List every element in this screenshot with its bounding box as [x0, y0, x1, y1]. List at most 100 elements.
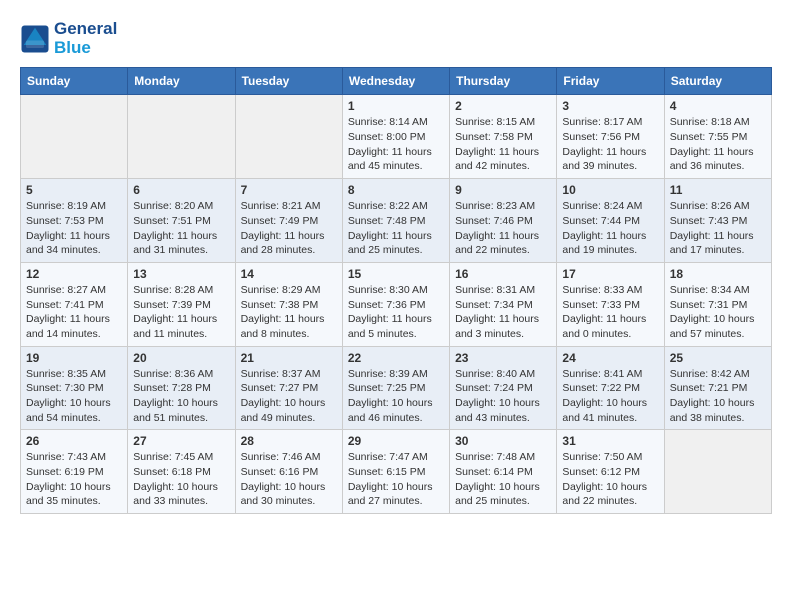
calendar-table: SundayMondayTuesdayWednesdayThursdayFrid… [20, 67, 772, 514]
day-number: 15 [348, 267, 444, 281]
day-info: Sunrise: 8:34 AM Sunset: 7:31 PM Dayligh… [670, 283, 766, 342]
week-row-2: 5 Sunrise: 8:19 AM Sunset: 7:53 PM Daylig… [21, 179, 772, 263]
day-number: 4 [670, 99, 766, 113]
day-cell: 26 Sunrise: 7:43 AM Sunset: 6:19 PM Dayli… [21, 430, 128, 514]
day-number: 27 [133, 434, 229, 448]
weekday-header-thursday: Thursday [450, 68, 557, 95]
day-cell: 5 Sunrise: 8:19 AM Sunset: 7:53 PM Daylig… [21, 179, 128, 263]
day-cell: 30Sunrise: 7:48 AM Sunset: 6:14 PM Dayli… [450, 430, 557, 514]
day-number: 9 [455, 183, 551, 197]
day-cell: 10 Sunrise: 8:24 AM Sunset: 7:44 PM Dayli… [557, 179, 664, 263]
day-cell: 17 Sunrise: 8:33 AM Sunset: 7:33 PM Dayli… [557, 262, 664, 346]
weekday-header-saturday: Saturday [664, 68, 771, 95]
day-number: 16 [455, 267, 551, 281]
day-number: 17 [562, 267, 658, 281]
day-number: 11 [670, 183, 766, 197]
day-cell [128, 95, 235, 179]
day-info: Sunrise: 8:27 AM Sunset: 7:41 PM Dayligh… [26, 283, 122, 342]
day-cell: 23 Sunrise: 8:40 AM Sunset: 7:24 PM Dayli… [450, 346, 557, 430]
day-number: 2 [455, 99, 551, 113]
day-number: 24 [562, 351, 658, 365]
day-number: 25 [670, 351, 766, 365]
day-info: Sunrise: 8:35 AM Sunset: 7:30 PM Dayligh… [26, 367, 122, 426]
day-info: Sunrise: 8:42 AM Sunset: 7:21 PM Dayligh… [670, 367, 766, 426]
day-info: Sunrise: 8:18 AM Sunset: 7:55 PM Dayligh… [670, 115, 766, 174]
day-cell: 12 Sunrise: 8:27 AM Sunset: 7:41 PM Dayli… [21, 262, 128, 346]
day-cell: 6Sunrise: 8:20 AM Sunset: 7:51 PM Daylig… [128, 179, 235, 263]
day-number: 28 [241, 434, 337, 448]
day-cell: 28 Sunrise: 7:46 AM Sunset: 6:16 PM Dayli… [235, 430, 342, 514]
day-number: 19 [26, 351, 122, 365]
week-row-1: 1 Sunrise: 8:14 AM Sunset: 8:00 PM Daylig… [21, 95, 772, 179]
day-number: 14 [241, 267, 337, 281]
day-info: Sunrise: 8:24 AM Sunset: 7:44 PM Dayligh… [562, 199, 658, 258]
day-info: Sunrise: 8:39 AM Sunset: 7:25 PM Dayligh… [348, 367, 444, 426]
day-info: Sunrise: 7:48 AM Sunset: 6:14 PM Dayligh… [455, 450, 551, 509]
day-cell: 8 Sunrise: 8:22 AM Sunset: 7:48 PM Daylig… [342, 179, 449, 263]
weekday-header-row: SundayMondayTuesdayWednesdayThursdayFrid… [21, 68, 772, 95]
day-number: 1 [348, 99, 444, 113]
day-info: Sunrise: 8:15 AM Sunset: 7:58 PM Dayligh… [455, 115, 551, 174]
day-cell: 9 Sunrise: 8:23 AM Sunset: 7:46 PM Daylig… [450, 179, 557, 263]
day-cell: 19 Sunrise: 8:35 AM Sunset: 7:30 PM Dayli… [21, 346, 128, 430]
day-cell: 20 Sunrise: 8:36 AM Sunset: 7:28 PM Dayli… [128, 346, 235, 430]
day-number: 26 [26, 434, 122, 448]
day-info: Sunrise: 8:40 AM Sunset: 7:24 PM Dayligh… [455, 367, 551, 426]
day-cell: 11Sunrise: 8:26 AM Sunset: 7:43 PM Dayli… [664, 179, 771, 263]
day-info: Sunrise: 8:33 AM Sunset: 7:33 PM Dayligh… [562, 283, 658, 342]
day-cell: 4 Sunrise: 8:18 AM Sunset: 7:55 PM Daylig… [664, 95, 771, 179]
day-info: Sunrise: 7:46 AM Sunset: 6:16 PM Dayligh… [241, 450, 337, 509]
day-cell: 16 Sunrise: 8:31 AM Sunset: 7:34 PM Dayli… [450, 262, 557, 346]
day-cell: 31Sunrise: 7:50 AM Sunset: 6:12 PM Dayli… [557, 430, 664, 514]
day-info: Sunrise: 8:37 AM Sunset: 7:27 PM Dayligh… [241, 367, 337, 426]
day-info: Sunrise: 7:47 AM Sunset: 6:15 PM Dayligh… [348, 450, 444, 509]
weekday-header-monday: Monday [128, 68, 235, 95]
day-cell: 1 Sunrise: 8:14 AM Sunset: 8:00 PM Daylig… [342, 95, 449, 179]
day-number: 21 [241, 351, 337, 365]
day-info: Sunrise: 8:19 AM Sunset: 7:53 PM Dayligh… [26, 199, 122, 258]
day-cell: 21 Sunrise: 8:37 AM Sunset: 7:27 PM Dayli… [235, 346, 342, 430]
day-number: 5 [26, 183, 122, 197]
logo-text: General Blue [54, 20, 117, 57]
logo: General Blue [20, 20, 117, 57]
day-number: 8 [348, 183, 444, 197]
day-cell: 29 Sunrise: 7:47 AM Sunset: 6:15 PM Dayli… [342, 430, 449, 514]
day-cell [21, 95, 128, 179]
week-row-5: 26 Sunrise: 7:43 AM Sunset: 6:19 PM Dayli… [21, 430, 772, 514]
day-info: Sunrise: 8:17 AM Sunset: 7:56 PM Dayligh… [562, 115, 658, 174]
week-row-3: 12 Sunrise: 8:27 AM Sunset: 7:41 PM Dayli… [21, 262, 772, 346]
day-info: Sunrise: 8:23 AM Sunset: 7:46 PM Dayligh… [455, 199, 551, 258]
day-info: Sunrise: 8:29 AM Sunset: 7:38 PM Dayligh… [241, 283, 337, 342]
day-number: 3 [562, 99, 658, 113]
day-info: Sunrise: 8:31 AM Sunset: 7:34 PM Dayligh… [455, 283, 551, 342]
day-cell: 2 Sunrise: 8:15 AM Sunset: 7:58 PM Daylig… [450, 95, 557, 179]
weekday-header-wednesday: Wednesday [342, 68, 449, 95]
day-cell: 3 Sunrise: 8:17 AM Sunset: 7:56 PM Daylig… [557, 95, 664, 179]
day-number: 23 [455, 351, 551, 365]
day-cell: 24 Sunrise: 8:41 AM Sunset: 7:22 PM Dayli… [557, 346, 664, 430]
day-info: Sunrise: 8:14 AM Sunset: 8:00 PM Dayligh… [348, 115, 444, 174]
day-info: Sunrise: 7:50 AM Sunset: 6:12 PM Dayligh… [562, 450, 658, 509]
day-info: Sunrise: 8:28 AM Sunset: 7:39 PM Dayligh… [133, 283, 229, 342]
day-number: 6 [133, 183, 229, 197]
page-header: General Blue [20, 20, 772, 57]
day-info: Sunrise: 8:41 AM Sunset: 7:22 PM Dayligh… [562, 367, 658, 426]
day-number: 22 [348, 351, 444, 365]
day-info: Sunrise: 8:36 AM Sunset: 7:28 PM Dayligh… [133, 367, 229, 426]
day-cell: 14 Sunrise: 8:29 AM Sunset: 7:38 PM Dayli… [235, 262, 342, 346]
day-cell [235, 95, 342, 179]
day-cell: 25 Sunrise: 8:42 AM Sunset: 7:21 PM Dayli… [664, 346, 771, 430]
day-info: Sunrise: 8:30 AM Sunset: 7:36 PM Dayligh… [348, 283, 444, 342]
day-info: Sunrise: 7:45 AM Sunset: 6:18 PM Dayligh… [133, 450, 229, 509]
day-number: 12 [26, 267, 122, 281]
day-cell: 15 Sunrise: 8:30 AM Sunset: 7:36 PM Dayli… [342, 262, 449, 346]
day-number: 18 [670, 267, 766, 281]
day-cell: 7Sunrise: 8:21 AM Sunset: 7:49 PM Daylig… [235, 179, 342, 263]
day-number: 29 [348, 434, 444, 448]
day-number: 20 [133, 351, 229, 365]
week-row-4: 19 Sunrise: 8:35 AM Sunset: 7:30 PM Dayli… [21, 346, 772, 430]
weekday-header-friday: Friday [557, 68, 664, 95]
day-info: Sunrise: 7:43 AM Sunset: 6:19 PM Dayligh… [26, 450, 122, 509]
day-info: Sunrise: 8:22 AM Sunset: 7:48 PM Dayligh… [348, 199, 444, 258]
day-number: 10 [562, 183, 658, 197]
